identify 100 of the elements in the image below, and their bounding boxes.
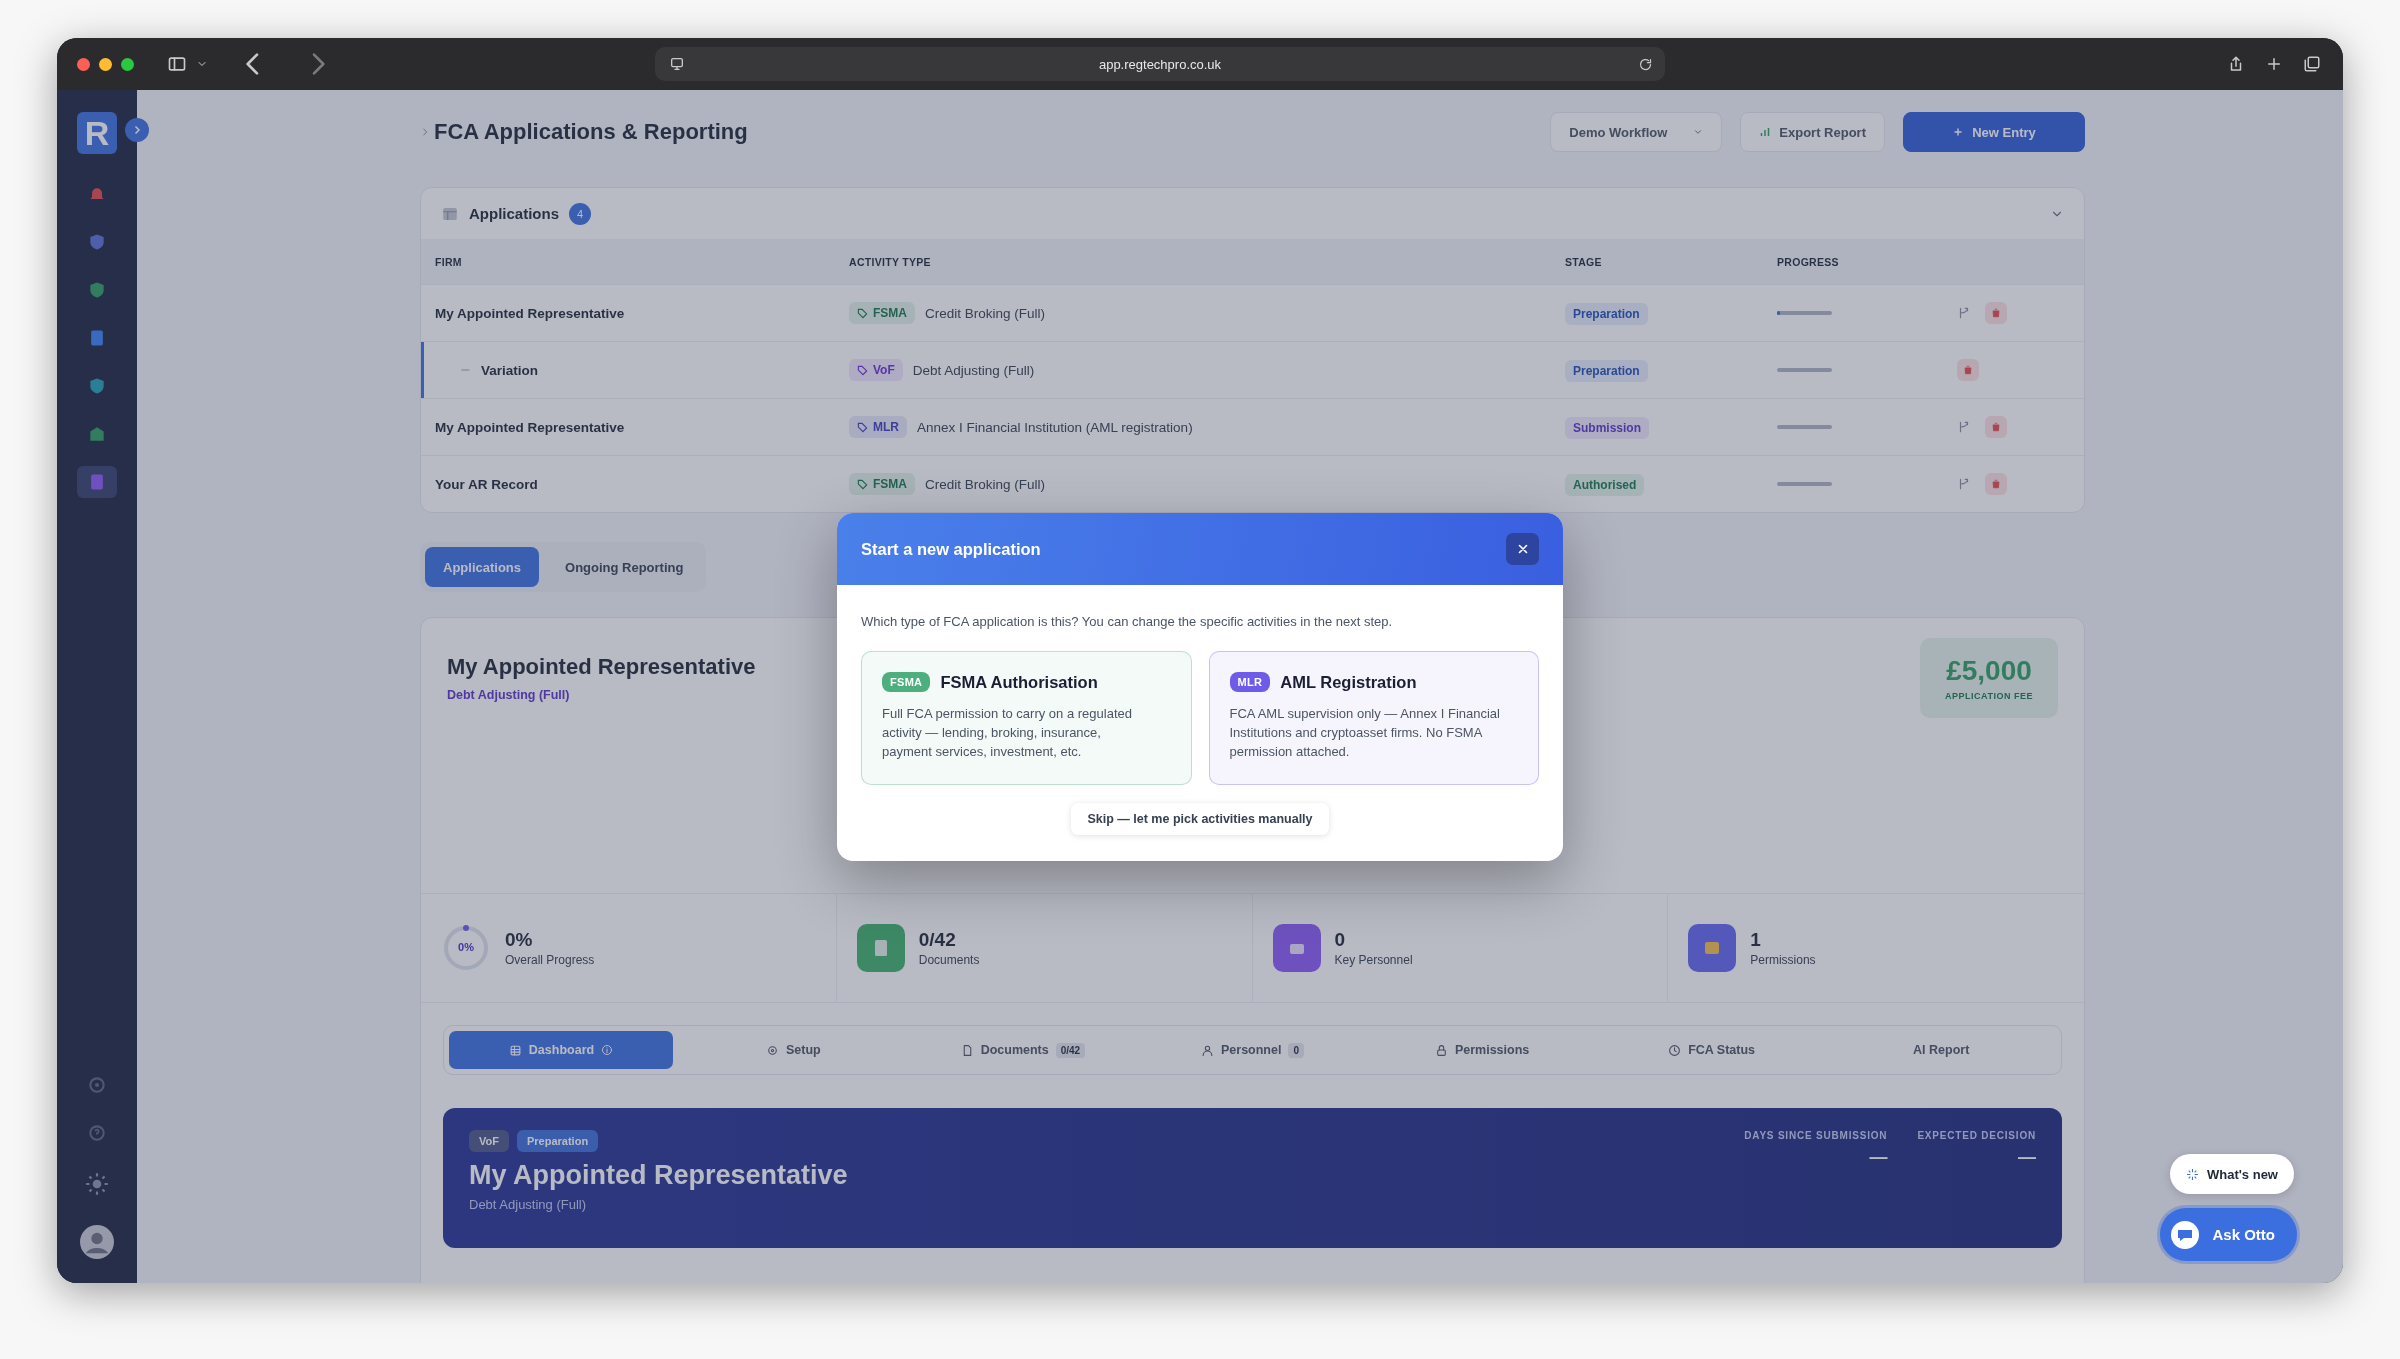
type-badge: FSMA <box>882 672 931 692</box>
delete-button[interactable] <box>1985 473 2007 495</box>
status-badge: VoF <box>469 1130 509 1152</box>
type-badge: MLR <box>1229 672 1271 692</box>
firm-name[interactable]: Your AR Record <box>435 476 538 492</box>
firm-name[interactable]: Variation <box>481 362 539 378</box>
trash-icon <box>1991 308 2001 318</box>
stage-badge: Preparation <box>1565 360 1648 382</box>
new-entry-button[interactable]: New Entry <box>1903 112 2085 152</box>
sidebar-toggle-icon[interactable] <box>167 54 187 74</box>
delete-button[interactable] <box>1985 302 2007 324</box>
section-tab[interactable]: Setup <box>752 1031 835 1069</box>
shield-icon <box>87 376 107 396</box>
close-button[interactable] <box>1506 533 1539 565</box>
sun-icon[interactable] <box>84 1171 110 1197</box>
activity-name: Annex I Financial Institution (AML registration) <box>917 419 1193 435</box>
workflow-dropdown[interactable]: Demo Workflow <box>1550 112 1723 152</box>
export-button[interactable]: Export Report <box>1740 112 1885 152</box>
activity-name: Credit Broking (Full) <box>925 476 1046 492</box>
logo[interactable]: R <box>77 112 117 154</box>
chat-icon <box>2170 1219 2201 1250</box>
activity-link[interactable]: Debt Adjusting (Full) <box>447 688 756 702</box>
view-tab[interactable]: Ongoing Reporting <box>547 547 702 587</box>
caret-icon <box>1693 127 1704 137</box>
activity-name: Credit Broking (Full) <box>925 305 1046 321</box>
section-tab[interactable]: Dashboard <box>449 1031 673 1069</box>
activity-tag: MLR <box>849 416 907 438</box>
help-icon[interactable] <box>87 1123 107 1143</box>
firm-name[interactable]: My Appointed Representative <box>435 305 625 321</box>
plus-icon <box>1952 126 1965 138</box>
section-tab[interactable]: FCA Status <box>1654 1031 1770 1069</box>
delete-button[interactable] <box>1957 359 1979 381</box>
stat-label: Overall Progress <box>505 953 595 967</box>
section-tab[interactable]: Documents 0/42 <box>946 1031 1100 1069</box>
column-header: FIRM <box>435 255 463 268</box>
option-title: AML Registration <box>1280 672 1417 692</box>
trash-icon <box>1963 365 1973 375</box>
reload-icon[interactable] <box>1638 56 1653 72</box>
stat-label: Permissions <box>1750 953 1816 967</box>
dialog-title: Start a new application <box>861 539 1041 559</box>
activity-tag: VoF <box>849 359 903 381</box>
option-title: FSMA Authorisation <box>940 672 1098 692</box>
tag-icon <box>857 421 868 433</box>
minimize-button[interactable] <box>99 57 112 71</box>
chevron-right-icon <box>420 127 430 137</box>
assistant-button[interactable]: Ask Otto <box>2160 1208 2297 1261</box>
section-tab[interactable]: AI Report <box>1899 1031 1984 1069</box>
status-badge: Preparation <box>516 1130 599 1152</box>
person-icon <box>1201 1043 1214 1057</box>
delete-button[interactable] <box>1985 416 2007 438</box>
stage-badge: Authorised <box>1565 474 1645 496</box>
view-tab[interactable]: Applications <box>425 547 539 587</box>
progress-bar <box>1777 311 1832 315</box>
option-card[interactable]: MLR AML Registration FCA AML supervision only — Annex I Financial Institutions and cryptoasset firms. No FSMA permission attached. <box>1208 651 1539 785</box>
section-title: Applications <box>469 205 559 222</box>
banner-title: My Appointed Representative <box>469 1160 848 1191</box>
stat-value: 0% <box>505 929 534 951</box>
tag-icon <box>857 364 868 376</box>
banner-subtitle: Debt Adjusting (Full) <box>469 1197 588 1212</box>
metric-label: EXPECTED DECISION <box>1917 1130 2036 1141</box>
option-description: Full FCA permission to carry on a regulated activity — lending, broking, insurance, payment services, investment, etc. <box>882 705 1133 761</box>
tag-icon <box>857 478 868 490</box>
close-icon <box>1516 543 1529 555</box>
info-icon <box>601 1044 614 1056</box>
metric-value: — <box>1868 1147 1888 1168</box>
section-tab[interactable]: Permissions <box>1420 1031 1544 1069</box>
clock-icon <box>1668 1043 1682 1057</box>
plus-icon[interactable] <box>2265 55 2283 73</box>
avatar-icon[interactable] <box>80 1225 114 1259</box>
count-badge: 0/42 <box>1055 1042 1086 1058</box>
stage-badge: Preparation <box>1565 303 1648 325</box>
activity-tag: FSMA <box>849 302 915 324</box>
trash-icon <box>1991 479 2001 489</box>
firm-name[interactable]: My Appointed Representative <box>435 419 625 435</box>
trash-icon <box>1991 422 2001 432</box>
activity-tag: FSMA <box>849 473 915 495</box>
ring-label: 0% <box>457 941 475 953</box>
shield-icon <box>87 280 107 300</box>
url-text: app.regtechpro.co.uk <box>1098 56 1222 72</box>
skip-button[interactable]: Skip — let me pick activities manually <box>1071 803 1329 835</box>
stat-label: Key Personnel <box>1334 953 1413 967</box>
close-button[interactable] <box>77 57 90 71</box>
sparkle-icon <box>2186 1167 2199 1181</box>
option-description: FCA AML supervision only — Annex I Financial Institutions and cryptoasset firms. No FSMA permission attached. <box>1229 705 1501 761</box>
column-header: PROGRESS <box>1777 255 1840 268</box>
section-tab[interactable]: Personnel 0 <box>1187 1031 1318 1069</box>
sidebar-item[interactable] <box>77 466 117 498</box>
option-card[interactable]: FSMA FSMA Authorisation Full FCA permission to carry on a regulated activity — lending, broking, insurance, payment services, investment, etc. <box>861 651 1192 785</box>
stat-value: 0 <box>1334 929 1347 951</box>
tag-icon <box>857 307 868 319</box>
address-field[interactable]: app.regtechpro.co.uk <box>655 47 1665 81</box>
stat-value: 1 <box>1750 929 1762 951</box>
tabs-icon[interactable] <box>2303 55 2321 73</box>
fee-amount: £5,000 <box>1946 655 2032 687</box>
count-badge: 4 <box>569 202 591 225</box>
whats-new-button[interactable]: What's new <box>2170 1154 2294 1194</box>
column-header: STAGE <box>1565 255 1603 268</box>
maximize-button[interactable] <box>121 57 134 71</box>
stat-value: 0/42 <box>918 929 957 951</box>
grid-icon <box>508 1043 522 1057</box>
